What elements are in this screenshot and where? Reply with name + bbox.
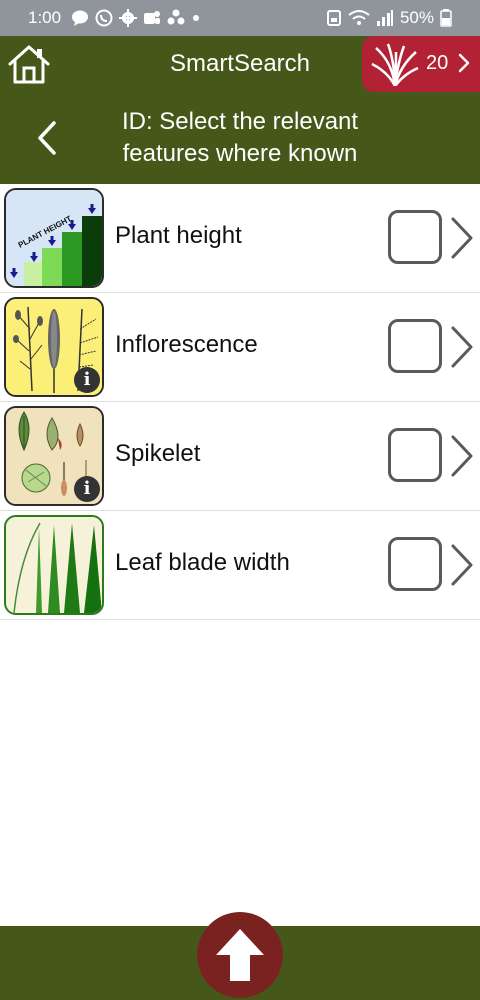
save-icon — [326, 10, 341, 26]
feature-checkbox-spikelet[interactable] — [388, 428, 442, 482]
subtitle-line-1: ID: Select the relevant — [121, 108, 359, 135]
info-icon[interactable]: i — [74, 476, 100, 502]
settings-icon — [119, 9, 137, 27]
back-chevron-icon[interactable] — [36, 120, 58, 156]
feature-row-leaf-blade-width[interactable]: Leaf blade width — [0, 511, 480, 620]
home-icon[interactable] — [6, 42, 52, 86]
chevron-right-icon — [458, 53, 470, 73]
battery-icon — [440, 9, 452, 27]
feature-label: Plant height — [115, 222, 242, 249]
feature-list: PLANT HEIGHT Plant height i Inflorescenc… — [0, 184, 480, 620]
teams-icon — [144, 11, 160, 24]
status-bar: 1:00 50% — [0, 0, 480, 36]
scroll-up-button[interactable] — [197, 912, 283, 998]
inflorescence-thumbnail: i — [4, 297, 104, 397]
system-icons: 50% — [326, 8, 452, 28]
page-subtitle: ID: Select the relevant features where k… — [90, 106, 390, 170]
fan-icon — [167, 9, 185, 25]
results-count: 20 — [426, 52, 449, 74]
feature-checkbox-inflorescence[interactable] — [388, 319, 442, 373]
subtitle-line-2: features where known — [122, 140, 358, 167]
leaf-blade-width-thumbnail — [4, 515, 104, 615]
screen: 1:00 50% SmartSearch 20 ID: Select the r… — [0, 0, 480, 1000]
spikelet-thumbnail: i — [4, 406, 104, 506]
feature-label: Spikelet — [115, 440, 201, 467]
grass-icon — [371, 43, 419, 86]
feature-label: Inflorescence — [115, 331, 258, 358]
notification-icons — [70, 8, 202, 28]
plant-height-bars-icon: PLANT HEIGHT — [6, 190, 102, 286]
chevron-right-icon[interactable] — [450, 325, 474, 369]
status-time: 1:00 — [28, 8, 62, 27]
feature-checkbox-plant-height[interactable] — [388, 210, 442, 264]
plant-height-thumbnail: PLANT HEIGHT — [4, 188, 104, 288]
viber-icon — [95, 9, 113, 27]
leaf-blades-icon — [6, 517, 102, 613]
wifi-icon — [348, 10, 370, 25]
chevron-right-icon[interactable] — [450, 216, 474, 260]
results-count-button[interactable]: 20 — [362, 36, 480, 92]
feature-row-inflorescence[interactable]: i Inflorescence — [0, 293, 480, 402]
chat-icon — [72, 10, 88, 26]
chevron-right-icon[interactable] — [450, 543, 474, 587]
feature-row-spikelet[interactable]: i Spikelet — [0, 402, 480, 511]
up-arrow-icon — [216, 929, 264, 981]
dot-icon — [193, 15, 199, 21]
feature-row-plant-height[interactable]: PLANT HEIGHT Plant height — [0, 184, 480, 293]
battery-level: 50% — [399, 8, 434, 27]
feature-label: Leaf blade width — [115, 549, 290, 576]
chevron-right-icon[interactable] — [450, 434, 474, 478]
app-header: SmartSearch 20 ID: Select the relevant f… — [0, 36, 480, 184]
signal-icon — [376, 10, 393, 26]
app-title: SmartSearch — [169, 50, 311, 77]
info-icon[interactable]: i — [74, 367, 100, 393]
feature-checkbox-leaf-blade-width[interactable] — [388, 537, 442, 591]
